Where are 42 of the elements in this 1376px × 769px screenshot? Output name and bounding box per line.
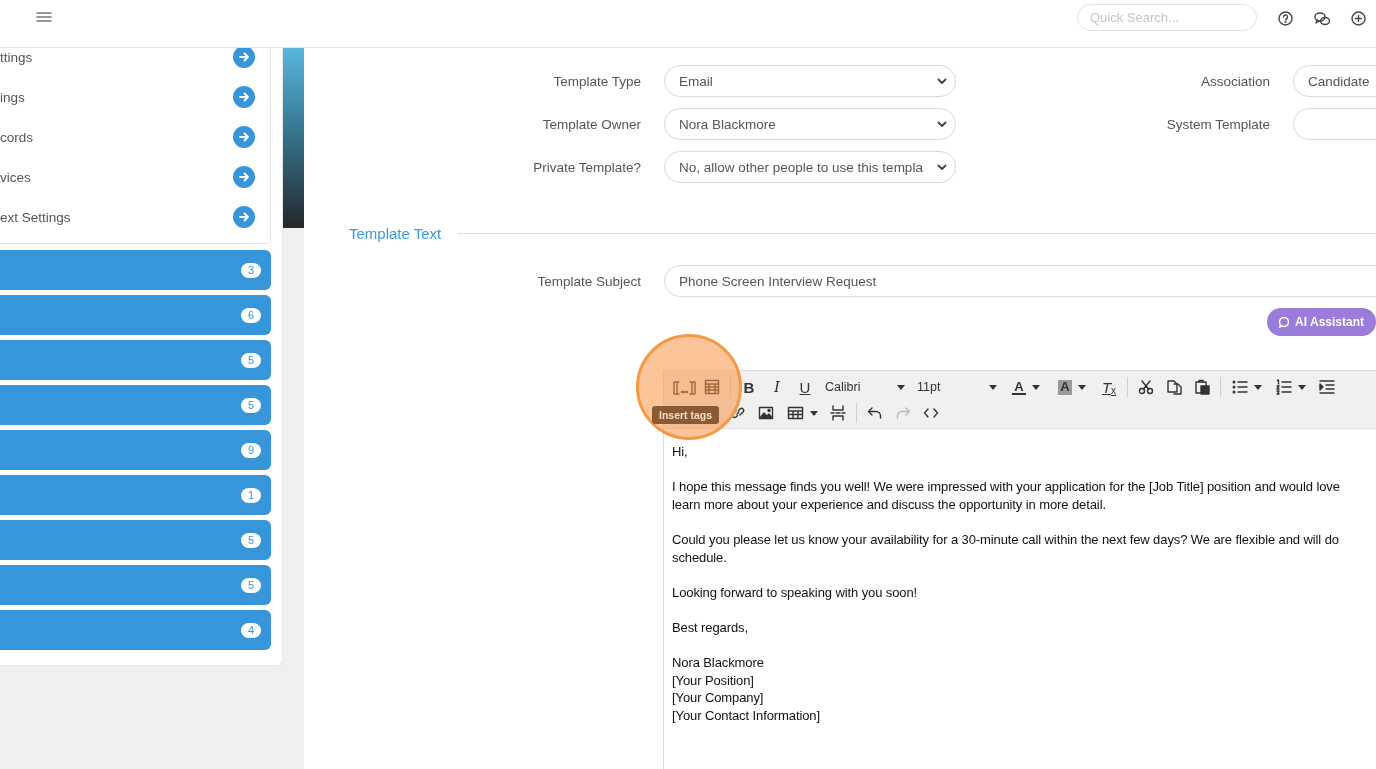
count-badge: 5 bbox=[241, 532, 261, 548]
body-text-line: Hi, bbox=[672, 443, 689, 461]
sidebar-link[interactable]: ttings bbox=[0, 49, 33, 65]
field-label: System Template bbox=[1165, 116, 1270, 132]
body-text-line: [Your Position] bbox=[672, 671, 755, 690]
count-badge: 9 bbox=[241, 442, 261, 458]
field-label: Template Owner bbox=[541, 116, 641, 132]
count-badge: 4 bbox=[241, 622, 261, 638]
format-button[interactable]: I bbox=[763, 375, 791, 399]
count-badge: 5 bbox=[241, 352, 261, 368]
toolbar-dropdown[interactable]: Calibri bbox=[819, 375, 911, 399]
count-badge: 6 bbox=[241, 307, 261, 323]
section-title: Template Text bbox=[349, 225, 442, 242]
count-badge: 3 bbox=[241, 262, 261, 278]
field-label: Association bbox=[1199, 73, 1270, 89]
field-label: Template Type bbox=[552, 73, 641, 89]
tooltip: Insert tags bbox=[652, 406, 720, 424]
count-badge: 5 bbox=[241, 577, 261, 593]
body-text-line: Best regards, bbox=[672, 618, 749, 637]
sidebar-link[interactable]: cords bbox=[0, 129, 33, 145]
count-badge: 1 bbox=[241, 487, 261, 503]
clear-format-button[interactable]: Tx bbox=[1095, 375, 1123, 399]
field-label: Private Template? bbox=[532, 159, 641, 175]
body-text-line: Nora Blackmore bbox=[672, 654, 765, 672]
field-label: Template Subject bbox=[536, 273, 641, 289]
body-text-line: I hope this message finds you well! We were impressed with your application for the [Job Title] position and would love bbox=[672, 478, 1341, 496]
body-text-line: [Your Company] bbox=[672, 689, 765, 707]
format-button[interactable]: U bbox=[791, 375, 819, 399]
sidebar-link[interactable]: ings bbox=[0, 89, 25, 105]
body-text-line: [Your Contact Information] bbox=[672, 706, 821, 725]
highlight-color-button[interactable]: A bbox=[1049, 375, 1095, 399]
quick-search-field[interactable]: Quick Search... bbox=[1077, 3, 1257, 31]
count-badge: 5 bbox=[241, 397, 261, 413]
body-text-line: learn more about your experience and discuss the opportunity in more detail. bbox=[672, 495, 1107, 514]
body-text-line: Looking forward to speaking with you soon! bbox=[672, 583, 919, 602]
body-text-line: Could you please let us know your availability for a 30-minute call within the next few days? We are flexible and will do bbox=[672, 530, 1340, 549]
sidebar-link[interactable]: ext Settings bbox=[0, 209, 71, 225]
text-color-button[interactable]: A bbox=[1003, 375, 1049, 399]
body-text-line: schedule. bbox=[672, 548, 728, 567]
toolbar-dropdown[interactable]: 11pt bbox=[911, 375, 1003, 399]
format-button[interactable]: B bbox=[735, 375, 763, 399]
sidebar-link[interactable]: vices bbox=[0, 169, 31, 185]
